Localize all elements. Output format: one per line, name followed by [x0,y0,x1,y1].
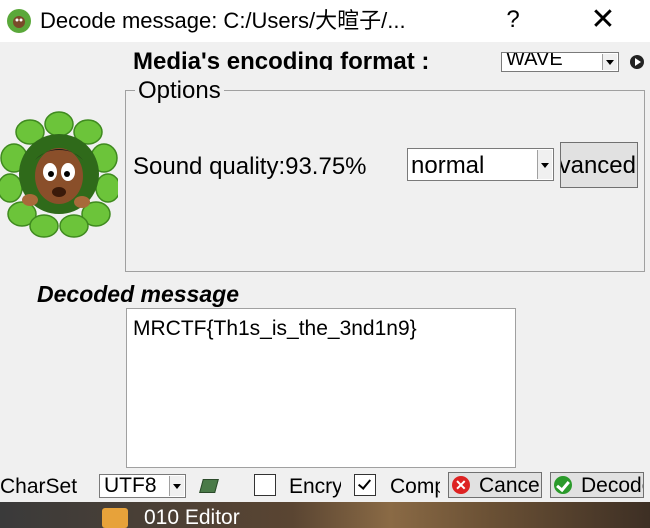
cancel-button[interactable]: Cancel [448,472,542,498]
advanced-button[interactable]: Advanced [560,142,638,188]
play-icon[interactable] [630,55,644,69]
encrypt-checkbox[interactable] [254,474,276,496]
decoded-message-text: MRCTF{Th1s_is_the_3nd1n9} [133,317,417,340]
sound-quality-label: Sound quality:93.75% [133,153,367,180]
taskbar-wallpaper [0,502,650,528]
cancel-icon [452,475,470,495]
encoding-format-value: WAVE [506,52,563,70]
options-legend: Options [135,76,224,106]
title-bar: Decode message: C:/Users/大暄子/... ? ✕ [0,0,650,42]
help-button[interactable]: ? [495,4,531,36]
chevron-down-icon [169,476,184,496]
decode-button[interactable]: Decode [550,472,644,498]
cancel-button-label: Cancel [479,474,542,497]
chevron-down-icon [602,54,617,70]
compress-label: Compress [390,475,440,498]
window-title: Decode message: C:/Users/大暄子/... [40,8,406,33]
check-icon [554,476,572,494]
compress-checkbox[interactable] [354,474,376,496]
charset-label: CharSet [0,475,78,498]
charset-value: UTF8 [104,474,157,497]
close-button[interactable]: ✕ [578,4,628,36]
decode-button-label: Decode [581,474,643,497]
editor-app-icon[interactable] [102,508,128,528]
sound-quality-select[interactable]: normal [407,148,554,181]
sound-quality-value: normal [411,152,485,179]
encrypt-label: Encrypt [289,475,341,498]
taskbar: 010 Editor [0,502,650,528]
encoding-format-select[interactable]: WAVE [501,52,619,72]
app-icon [7,9,31,33]
decoded-message-textarea[interactable]: MRCTF{Th1s_is_the_3nd1n9} [126,308,516,468]
decoded-message-label: Decoded message [37,281,239,307]
chevron-down-icon [537,150,552,179]
encoding-format-label: Media's encoding format : [133,48,430,70]
advanced-button-label: Advanced [560,152,636,179]
charset-select[interactable]: UTF8 [99,474,186,498]
mascot-logo [0,111,118,238]
leaf-icon [199,479,219,493]
taskbar-app-label[interactable]: 010 Editor [144,505,240,528]
